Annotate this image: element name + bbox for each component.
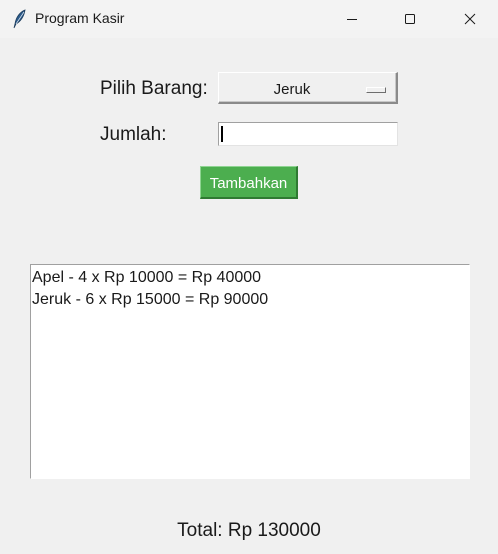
close-icon bbox=[464, 13, 476, 25]
item-select-label: Pilih Barang: bbox=[100, 78, 208, 99]
minimize-button[interactable] bbox=[322, 0, 382, 38]
cart-listbox[interactable]: Apel - 4 x Rp 10000 = Rp 40000 Jeruk - 6… bbox=[30, 264, 470, 479]
feather-icon bbox=[12, 9, 28, 29]
dropdown-indicator-icon bbox=[366, 87, 386, 93]
minimize-icon bbox=[346, 13, 358, 25]
maximize-button[interactable] bbox=[380, 0, 440, 38]
text-caret bbox=[221, 126, 223, 142]
maximize-icon bbox=[404, 13, 416, 25]
quantity-label: Jumlah: bbox=[100, 124, 167, 145]
list-item[interactable]: Jeruk - 6 x Rp 15000 = Rp 90000 bbox=[32, 289, 469, 311]
window-title: Program Kasir bbox=[35, 10, 125, 26]
add-button[interactable]: Tambahkan bbox=[200, 166, 298, 199]
item-select-dropdown[interactable]: Jeruk bbox=[218, 72, 398, 104]
total-label: Total: Rp 130000 bbox=[177, 520, 321, 541]
close-button[interactable] bbox=[440, 0, 498, 38]
item-select-value: Jeruk bbox=[273, 81, 311, 98]
quantity-input[interactable] bbox=[218, 122, 398, 146]
title-bar[interactable]: Program Kasir bbox=[0, 0, 498, 38]
list-item[interactable]: Apel - 4 x Rp 10000 = Rp 40000 bbox=[32, 267, 469, 289]
